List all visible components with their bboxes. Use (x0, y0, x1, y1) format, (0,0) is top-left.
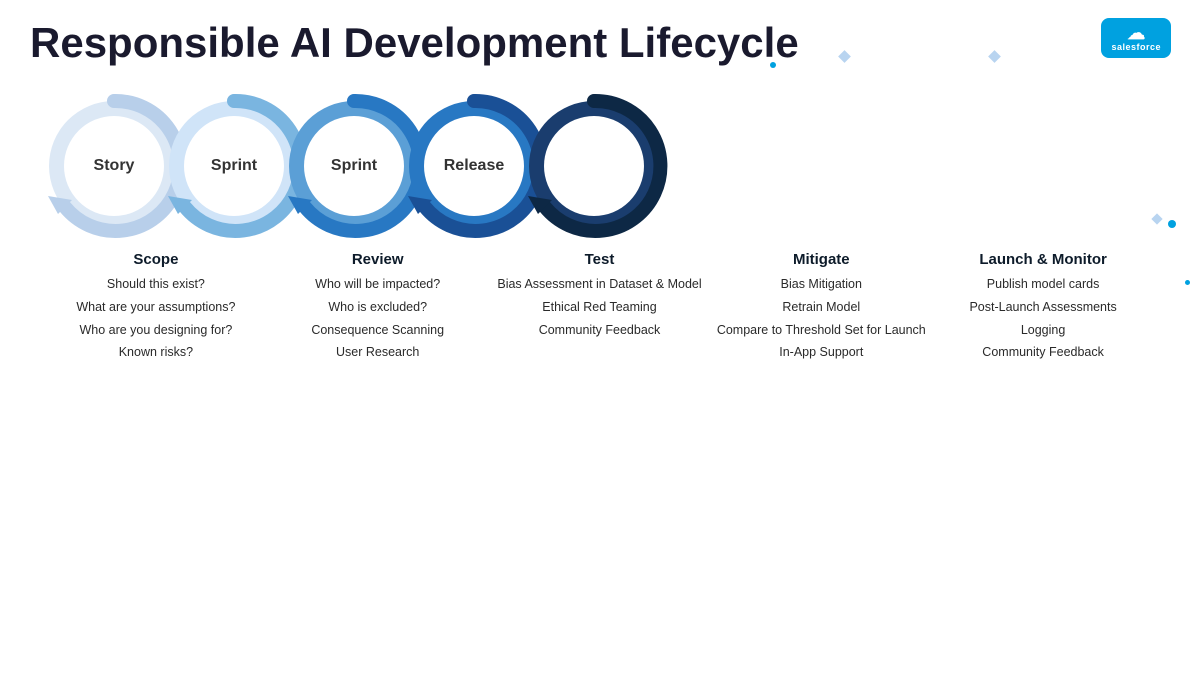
col-mitigate: Mitigate Bias Mitigation Retrain Model C… (710, 251, 932, 366)
logo-text: salesforce (1111, 42, 1161, 52)
deco-dot-3 (1185, 280, 1190, 285)
launch-heading: Launch & Monitor (936, 251, 1150, 268)
circle-monitor (520, 92, 668, 240)
mitigate-item-1: Bias Mitigation (714, 275, 928, 294)
deco-dot-2 (1168, 220, 1176, 228)
story-label: Story (94, 157, 135, 175)
cloud-icon: ☁ (1127, 24, 1145, 42)
scope-item-1: Should this exist? (49, 275, 263, 294)
mitigate-item-3: Compare to Threshold Set for Launch (714, 321, 928, 340)
salesforce-logo: ☁ salesforce (1101, 18, 1171, 58)
mitigate-item-4: In-App Support (714, 343, 928, 362)
launch-item-2: Post-Launch Assessments (936, 298, 1150, 317)
mitigate-item-2: Retrain Model (714, 298, 928, 317)
mitigate-heading: Mitigate (714, 251, 928, 268)
page-title: Responsible AI Development Lifecycle (30, 20, 1169, 66)
scope-item-4: Known risks? (49, 343, 263, 362)
sprint1-label: Sprint (211, 157, 257, 175)
col-scope: Scope Should this exist? What are your a… (45, 251, 267, 366)
sprint2-label: Sprint (331, 157, 377, 175)
release-label: Release (444, 157, 505, 175)
content-columns: Scope Should this exist? What are your a… (30, 251, 1169, 366)
launch-item-1: Publish model cards (936, 275, 1150, 294)
circle-monitor-svg (520, 92, 668, 240)
review-item-3: Consequence Scanning (271, 321, 485, 340)
lifecycle-circles: Story Sprint Sprint (40, 86, 1169, 246)
review-item-1: Who will be impacted? (271, 275, 485, 294)
deco-dot-1 (770, 62, 776, 68)
test-item-3: Community Feedback (493, 321, 707, 340)
test-item-2: Ethical Red Teaming (493, 298, 707, 317)
page-container: ☁ salesforce Responsible AI Development … (0, 0, 1199, 674)
test-item-1: Bias Assessment in Dataset & Model (493, 275, 707, 294)
col-launch: Launch & Monitor Publish model cards Pos… (932, 251, 1154, 366)
launch-item-4: Community Feedback (936, 343, 1150, 362)
scope-item-2: What are your assumptions? (49, 298, 263, 317)
test-heading: Test (493, 251, 707, 268)
col-review: Review Who will be impacted? Who is excl… (267, 251, 489, 366)
scope-heading: Scope (49, 251, 263, 268)
review-item-2: Who is excluded? (271, 298, 485, 317)
scope-item-3: Who are you designing for? (49, 321, 263, 340)
col-test: Test Bias Assessment in Dataset & Model … (489, 251, 711, 366)
launch-item-3: Logging (936, 321, 1150, 340)
review-item-4: User Research (271, 343, 485, 362)
review-heading: Review (271, 251, 485, 268)
